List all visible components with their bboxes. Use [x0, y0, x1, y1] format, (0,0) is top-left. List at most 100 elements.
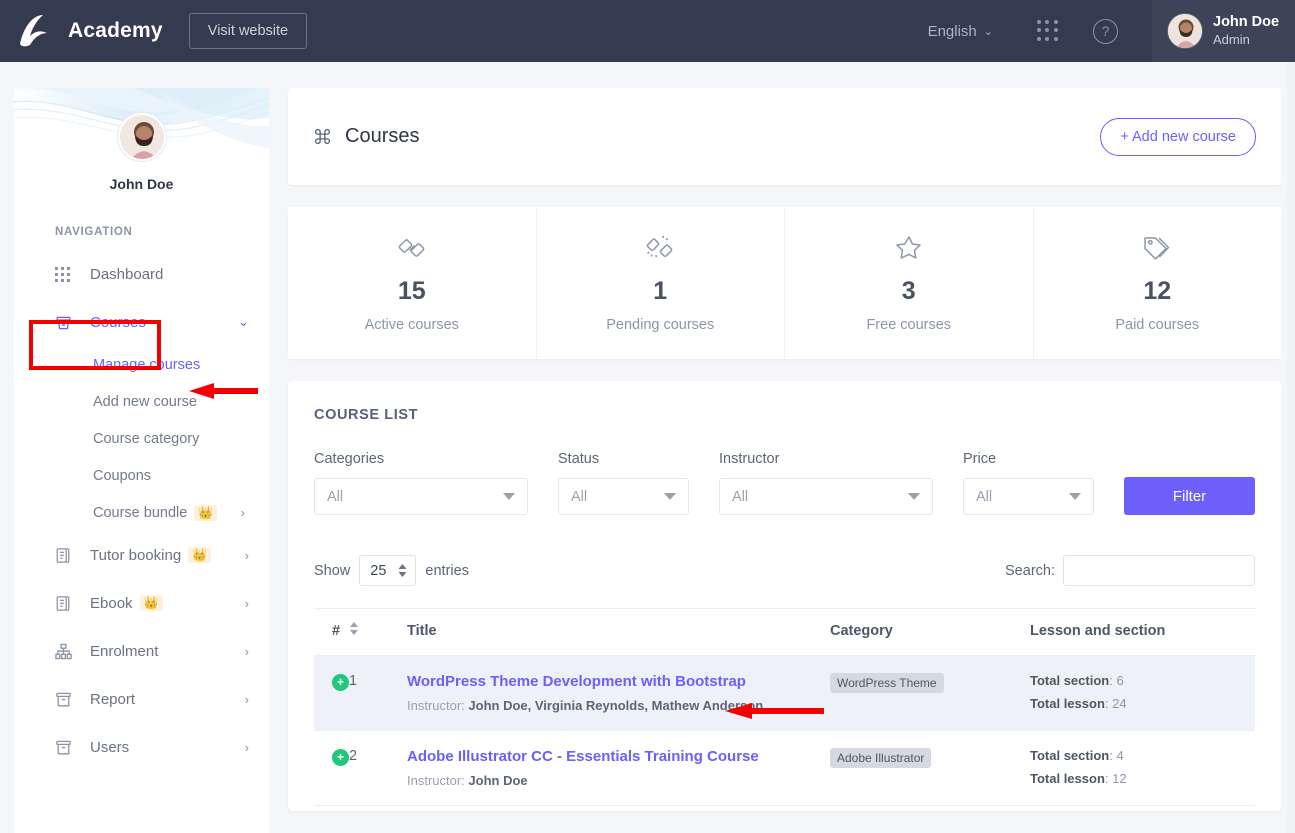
course-list-heading: COURSE LIST [314, 407, 1255, 423]
row-number: 1 [349, 656, 407, 731]
column-header-sort[interactable] [349, 609, 407, 656]
apps-grid-icon[interactable] [1037, 20, 1059, 42]
brand-logo-group[interactable]: Academy [0, 11, 163, 51]
instructor-names: John Doe, Virginia Reynolds, Mathew Ande… [468, 698, 763, 713]
page-scrollbar[interactable] [1287, 62, 1295, 833]
stats-row: 15 Active courses 1 Pending courses 3 Fr… [288, 207, 1281, 359]
sidebar-subitem-label: Course category [93, 431, 199, 447]
chevron-right-icon: › [245, 740, 249, 755]
course-instructors: Instructor: John Doe, Virginia Reynolds,… [407, 698, 830, 713]
sort-arrows-icon [349, 622, 359, 635]
sidebar-subitem-add-new-course[interactable]: Add new course [14, 383, 269, 420]
sidebar-item-dashboard[interactable]: Dashboard [14, 250, 269, 298]
column-header-hash[interactable]: # [314, 609, 349, 656]
language-label: English [928, 23, 977, 40]
column-header-title[interactable]: Title [407, 609, 830, 656]
row-expand-cell[interactable]: + [314, 656, 349, 731]
sidebar-item-label: Enrolment [90, 643, 158, 660]
sidebar-item-report[interactable]: Report › [14, 675, 269, 723]
column-header-category[interactable]: Category [830, 609, 1030, 656]
stat-label: Free courses [866, 317, 951, 333]
sidebar-nav-heading: NAVIGATION [14, 226, 269, 238]
sidebar-subitem-label: Manage courses [93, 357, 200, 373]
sidebar-subitem-course-bundle[interactable]: Course bundle 👑 › [14, 494, 269, 531]
chevron-right-icon: › [245, 548, 249, 563]
total-section-label: Total section [1030, 748, 1109, 763]
status-select[interactable]: All [558, 478, 689, 515]
category-badge: WordPress Theme [830, 673, 944, 693]
filter-button[interactable]: Filter [1124, 477, 1255, 515]
course-title-link[interactable]: Adobe Illustrator CC - Essentials Traini… [407, 748, 830, 765]
total-section-line: Total section: 6 [1030, 673, 1255, 688]
sidebar-item-enrolment[interactable]: Enrolment › [14, 627, 269, 675]
help-circle-icon[interactable]: ? [1093, 19, 1118, 44]
total-section-value: 4 [1116, 748, 1123, 763]
row-lesson-cell: Total section: 6 Total lesson: 24 [1030, 656, 1255, 731]
status-select-value: All [571, 489, 587, 505]
course-title-link[interactable]: WordPress Theme Development with Bootstr… [407, 673, 830, 690]
category-badge: Adobe Illustrator [830, 748, 931, 768]
sidebar-item-ebook[interactable]: Ebook 👑 › [14, 579, 269, 627]
sidebar-item-label: Courses [90, 314, 146, 331]
stat-label: Paid courses [1115, 317, 1199, 333]
archive-icon [55, 739, 77, 756]
search-group: Search: [1005, 555, 1255, 586]
visit-website-button[interactable]: Visit website [189, 13, 307, 49]
add-new-course-button[interactable]: + Add new course [1100, 118, 1256, 156]
sidebar-subitem-coupons[interactable]: Coupons [14, 457, 269, 494]
sidebar-subitem-label: Add new course [93, 394, 197, 410]
row-title-cell: Adobe Illustrator CC - Essentials Traini… [407, 731, 830, 806]
show-suffix-label: entries [425, 563, 469, 579]
chevron-down-icon [1069, 493, 1081, 500]
broken-link-icon [645, 233, 675, 268]
column-header-lesson-section[interactable]: Lesson and section [1030, 609, 1255, 656]
language-selector[interactable]: English ⌄ [922, 23, 999, 40]
stat-value: 12 [1143, 277, 1171, 306]
sidebar-item-courses[interactable]: Courses ⌄ [14, 298, 269, 346]
search-input[interactable] [1063, 555, 1255, 586]
expand-plus-icon[interactable]: + [332, 674, 349, 691]
document-icon [55, 595, 77, 612]
instructor-select[interactable]: All [719, 478, 933, 515]
total-lesson-value: 12 [1112, 771, 1126, 786]
course-table-body: + 1 WordPress Theme Development with Boo… [314, 656, 1255, 806]
sidebar-item-tutor-booking[interactable]: Tutor booking 👑 › [14, 531, 269, 579]
sidebar-item-label: Report [90, 691, 135, 708]
user-name: John Doe [1213, 13, 1279, 31]
stat-label: Active courses [365, 317, 459, 333]
entries-per-page-select[interactable]: 25 [359, 555, 416, 586]
grid-dots-icon [55, 267, 77, 282]
star-icon [894, 233, 924, 268]
filter-label: Status [558, 451, 689, 467]
table-row[interactable]: + 2 Adobe Illustrator CC - Essentials Tr… [314, 731, 1255, 806]
total-lesson-value: 24 [1112, 696, 1126, 711]
filter-group-instructor: Instructor All [719, 451, 933, 515]
expand-plus-icon[interactable]: + [332, 749, 349, 766]
entries-per-page-value: 25 [370, 563, 386, 579]
sidebar-subitem-manage-courses[interactable]: Manage courses [14, 346, 269, 383]
stat-card-active-courses: 15 Active courses [288, 207, 537, 359]
sidebar-item-users[interactable]: Users › [14, 723, 269, 771]
chevron-down-icon [664, 493, 676, 500]
course-instructors: Instructor: John Doe [407, 773, 830, 788]
row-expand-cell[interactable]: + [314, 731, 349, 806]
course-filters: Categories All Status All Instructor All [314, 451, 1255, 515]
instructor-select-value: All [732, 489, 748, 505]
instructor-prefix: Instructor: [407, 773, 465, 788]
categories-select[interactable]: All [314, 478, 528, 515]
top-bar-right: English ⌄ ? John Doe Admin [922, 0, 1295, 62]
table-row[interactable]: + 1 WordPress Theme Development with Boo… [314, 656, 1255, 731]
spinner-arrows-icon [398, 564, 407, 577]
filter-group-price: Price All [963, 451, 1094, 515]
basket-icon [55, 314, 77, 331]
stat-value: 1 [653, 277, 667, 306]
course-table: # Title Category Lesson and section [314, 608, 1255, 806]
sidebar-subitem-course-category[interactable]: Course category [14, 420, 269, 457]
row-lesson-cell: Total section: 4 Total lesson: 12 [1030, 731, 1255, 806]
user-menu[interactable]: John Doe Admin [1152, 0, 1295, 62]
chevron-down-icon [503, 493, 515, 500]
academy-logo-icon [14, 11, 54, 51]
instructor-prefix: Instructor: [407, 698, 465, 713]
row-category-cell: Adobe Illustrator [830, 731, 1030, 806]
price-select[interactable]: All [963, 478, 1094, 515]
